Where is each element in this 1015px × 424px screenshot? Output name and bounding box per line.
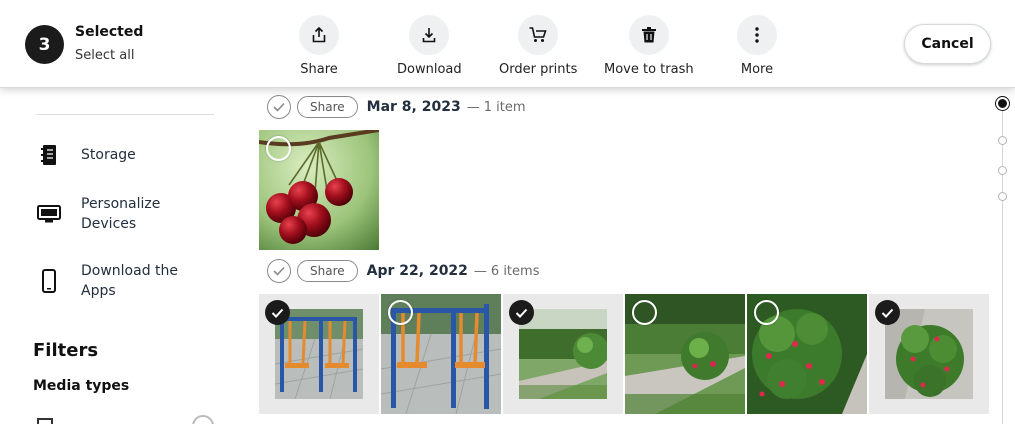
more-vertical-icon [737,15,777,55]
exercise-equipment-photo [275,309,363,399]
photo-thumbnail[interactable] [381,294,501,414]
filters-heading: Filters [33,340,99,361]
sidebar: Storage Personalize Devices Download the… [0,88,245,424]
group-separator: — [466,99,480,115]
check-icon [273,266,285,276]
select-all-link[interactable]: Select all [75,48,134,63]
sidebar-item-storage[interactable]: Storage [36,144,136,166]
sidebar-item-download-apps[interactable]: Download the Apps [36,261,191,301]
select-photo-circle[interactable] [388,300,413,325]
timeline-track [1002,98,1003,424]
photo-thumbnail[interactable] [625,294,745,414]
selected-count-badge: 3 [25,25,64,64]
photo-thumbnail[interactable] [869,294,989,414]
download-action-label: Download [397,62,462,77]
photo-thumbnail[interactable] [503,294,623,414]
date-group-header: Share Mar 8, 2023 — 1 item [267,95,525,119]
select-photo-circle[interactable] [754,300,779,325]
download-action-button[interactable]: Download [397,15,462,77]
share-icon [299,15,339,55]
cart-icon [518,15,559,55]
flowering-shrub-photo [885,309,973,399]
media-types-heading: Media types [33,378,130,394]
order-prints-action-button[interactable]: Order prints [499,15,577,77]
sidebar-item-label: Personalize Devices [81,196,161,232]
garden-path-photo [519,309,607,399]
timeline-scrubber[interactable] [990,88,1015,424]
sidebar-divider [37,114,214,115]
photo-timeline: Share Mar 8, 2023 — 1 item Share Apr 22,… [245,88,990,424]
order-prints-action-label: Order prints [499,62,578,77]
monitor-icon [36,204,61,224]
media-type-icon [37,418,53,424]
share-group-button[interactable]: Share [297,260,358,282]
group-separator: — [473,263,487,279]
move-to-trash-action-label: Move to trash [604,62,694,77]
photo-thumbnail[interactable] [259,130,379,250]
trash-icon [628,15,669,55]
share-group-button[interactable]: Share [297,96,358,118]
move-to-trash-action-button[interactable]: Move to trash [604,15,694,77]
download-icon [409,15,450,55]
sidebar-item-label: Storage [81,147,136,163]
group-date: Apr 22, 2022 [366,263,468,279]
group-date: Mar 8, 2023 [366,99,461,115]
timeline-marker[interactable] [998,136,1007,145]
media-type-radio[interactable] [192,415,214,424]
select-photo-circle[interactable] [266,136,291,161]
timeline-marker-active[interactable] [998,99,1007,108]
photo-thumbnail[interactable] [259,294,379,414]
selected-check-icon[interactable] [875,300,900,325]
sidebar-item-label: Download the Apps [81,263,179,299]
group-item-count: 1 item [483,99,526,115]
selected-check-icon[interactable] [265,300,290,325]
timeline-marker[interactable] [998,192,1007,201]
sidebar-item-personalize-devices[interactable]: Personalize Devices [36,194,191,234]
phone-icon [36,269,61,293]
select-group-checkbox[interactable] [267,95,291,119]
storage-icon [36,144,61,166]
photo-thumbnail[interactable] [747,294,867,414]
share-action-label: Share [300,62,338,77]
cancel-button[interactable]: Cancel [904,24,991,64]
more-action-label: More [740,62,774,77]
selected-title: Selected [75,24,144,40]
select-group-checkbox[interactable] [267,259,291,283]
check-icon [273,102,285,112]
selection-toolbar: 3 Selected Select all Share Download Ord… [0,0,1015,88]
timeline-marker[interactable] [998,166,1007,175]
select-photo-circle[interactable] [632,300,657,325]
group-item-count: 6 items [490,263,540,279]
date-group-header: Share Apr 22, 2022 — 6 items [267,259,539,283]
more-action-button[interactable]: More [737,15,777,77]
selected-check-icon[interactable] [509,300,534,325]
share-action-button[interactable]: Share [299,15,339,77]
